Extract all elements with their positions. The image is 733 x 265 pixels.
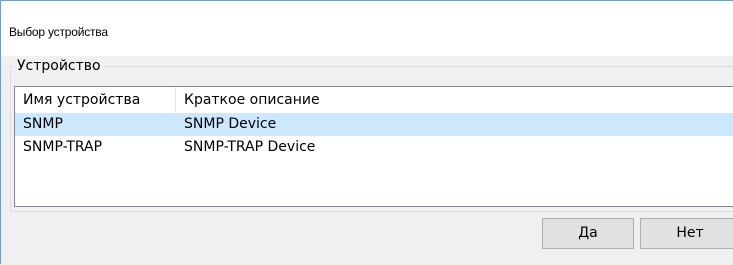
dialog-client-area: Устройство Имя устройства Краткое описан… <box>1 56 733 265</box>
title-bar[interactable]: Выбор устройства <box>1 1 733 57</box>
device-description-cell: SNMP-TRAP Device <box>184 139 316 155</box>
list-item[interactable]: SNMP SNMP Device <box>15 113 733 136</box>
device-description-cell: SNMP Device <box>184 116 277 132</box>
window-title: Выбор устройства <box>9 25 108 39</box>
groupbox-label: Устройство <box>14 57 104 75</box>
list-item[interactable]: SNMP-TRAP SNMP-TRAP Device <box>15 136 733 159</box>
device-list[interactable]: Имя устройства Краткое описание SNMP SNM… <box>14 86 733 207</box>
list-header: Имя устройства Краткое описание <box>15 87 733 113</box>
no-button[interactable]: Нет <box>640 218 733 249</box>
device-name-cell: SNMP-TRAP <box>23 139 103 155</box>
device-name-cell: SNMP <box>23 116 63 132</box>
column-header-device-name[interactable]: Имя устройства <box>15 87 176 113</box>
yes-button[interactable]: Да <box>542 218 634 249</box>
dialog-window: Выбор устройства Устройство Имя устройст… <box>0 0 733 265</box>
column-header-description[interactable]: Краткое описание <box>176 87 733 113</box>
